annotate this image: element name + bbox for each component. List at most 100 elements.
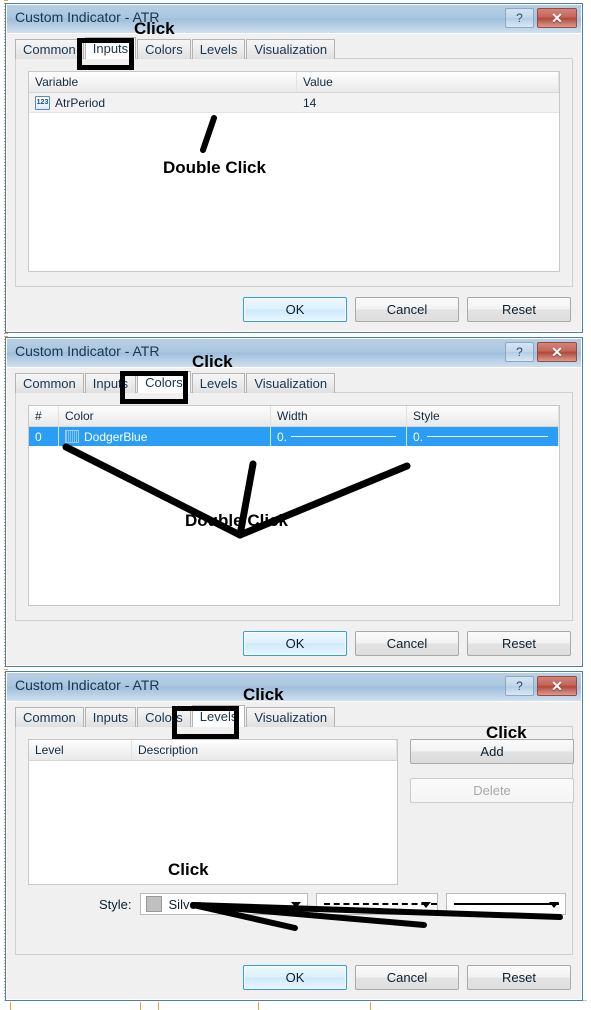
help-icon[interactable]: ? — [505, 676, 534, 696]
number-123-icon: 123 — [35, 95, 50, 110]
table-row[interactable]: 0 DodgerBlue 0. 0. — [29, 427, 559, 446]
cell-width[interactable]: 0. — [271, 427, 407, 446]
help-icon[interactable]: ? — [505, 8, 534, 28]
window-title: Custom Indicator - ATR — [15, 677, 160, 693]
ok-button[interactable]: OK — [243, 631, 347, 656]
solid-line-sample-icon — [453, 903, 559, 905]
cell-value: 14 — [303, 95, 317, 110]
column-header-width: Width — [271, 406, 407, 426]
background-tick — [10, 1002, 11, 1010]
style-line-sample — [427, 436, 548, 437]
titlebar-colors: Custom Indicator - ATR ? ✕ — [7, 339, 581, 368]
style-color-combo[interactable]: Silver — [139, 893, 308, 915]
column-header-style: Style — [407, 406, 559, 426]
annotation-double-click-colors: Double Click — [185, 511, 288, 530]
table-row[interactable]: 123 AtrPeriod 14 — [29, 93, 559, 113]
color-name: DodgerBlue — [84, 429, 148, 444]
buttonrow-colors: OK Cancel Reset — [243, 631, 571, 656]
cell-variable: 123 AtrPeriod — [29, 93, 297, 112]
reset-button[interactable]: Reset — [467, 297, 571, 322]
close-x-glyph: ✕ — [551, 344, 563, 360]
variable-name: AtrPeriod — [55, 95, 106, 110]
column-header-value: Value — [297, 72, 559, 92]
dialog-colors: Custom Indicator - ATR ? ✕ Common Inputs… — [5, 337, 583, 667]
annotation-click-add-button: Click — [486, 723, 527, 742]
column-header-level: Level — [29, 740, 132, 760]
tab-colors[interactable]: Colors — [137, 39, 191, 59]
dialog-levels: Custom Indicator - ATR ? ✕ Common Inputs… — [5, 671, 583, 1001]
window-title: Custom Indicator - ATR — [15, 343, 160, 359]
tab-common[interactable]: Common — [15, 373, 84, 393]
style-dash-combo[interactable] — [315, 893, 438, 915]
cell-style[interactable]: 0. — [407, 427, 559, 446]
column-header-index: # — [29, 406, 59, 426]
ok-button[interactable]: OK — [243, 297, 347, 322]
tab-common[interactable]: Common — [15, 707, 84, 727]
tab-levels[interactable]: Levels — [191, 373, 246, 393]
style-value: 0. — [413, 429, 424, 444]
close-x-glyph: ✕ — [551, 10, 563, 26]
buttonrow-inputs: OK Cancel Reset — [243, 297, 571, 322]
style-label: Style: — [99, 896, 132, 912]
annotation-click-style-combos: Click — [168, 860, 209, 879]
tabstrip-colors: Common Inputs Colors Levels Visualizatio… — [15, 371, 336, 393]
tab-levels[interactable]: Levels — [191, 705, 246, 727]
inputs-grid-header: Variable Value — [29, 72, 559, 93]
inputs-grid[interactable]: Variable Value 123 AtrPeriod 14 — [28, 71, 560, 272]
background-tick — [258, 1002, 259, 1010]
chevron-down-icon — [290, 902, 301, 908]
tab-colors[interactable]: Colors — [137, 707, 191, 727]
tab-colors[interactable]: Colors — [137, 371, 191, 393]
reset-button[interactable]: Reset — [467, 965, 571, 990]
buttonrow-levels: OK Cancel Reset — [243, 965, 571, 990]
titlebar-levels: Custom Indicator - ATR ? ✕ — [7, 673, 581, 702]
close-icon[interactable]: ✕ — [537, 8, 577, 28]
color-swatch-icon — [145, 896, 162, 912]
tab-visualization[interactable]: Visualization — [246, 39, 336, 59]
tab-visualization[interactable]: Visualization — [246, 373, 336, 393]
titlebar-inputs: Custom Indicator - ATR ? ✕ — [7, 5, 581, 34]
tabstrip-levels: Common Inputs Colors Levels Visualizatio… — [15, 705, 336, 727]
titlebar-buttons: ? ✕ — [505, 8, 577, 28]
close-x-glyph: ✕ — [551, 678, 563, 694]
levels-grid-header: Level Description — [29, 740, 397, 761]
tabbody-inputs: Variable Value 123 AtrPeriod 14 — [15, 58, 573, 287]
close-icon[interactable]: ✕ — [537, 342, 577, 362]
cancel-button[interactable]: Cancel — [355, 297, 459, 322]
cancel-button[interactable]: Cancel — [355, 965, 459, 990]
close-icon[interactable]: ✕ — [537, 676, 577, 696]
chevron-down-icon — [420, 902, 431, 908]
ok-button[interactable]: OK — [243, 965, 347, 990]
tab-inputs[interactable]: Inputs — [84, 373, 137, 393]
background-tick — [140, 1002, 141, 1010]
colors-grid-header: # Color Width Style — [29, 406, 559, 427]
tab-common[interactable]: Common — [15, 39, 84, 59]
cell-index: 0 — [29, 427, 59, 446]
cancel-button[interactable]: Cancel — [355, 631, 459, 656]
reset-button[interactable]: Reset — [467, 631, 571, 656]
tabstrip-inputs: Common Inputs Colors Levels Visualizatio… — [15, 37, 336, 59]
annotation-click-inputs-tab: Click — [134, 19, 175, 38]
annotation-click-levels-tab: Click — [243, 685, 284, 704]
titlebar-buttons: ? ✕ — [505, 342, 577, 362]
help-icon[interactable]: ? — [505, 342, 534, 362]
width-value: 0. — [277, 429, 288, 444]
background-tick — [158, 1002, 159, 1010]
cell-color[interactable]: DodgerBlue — [59, 427, 271, 446]
style-width-combo[interactable] — [445, 893, 566, 915]
annotation-click-colors-tab: Click — [192, 352, 233, 371]
tabbody-colors: # Color Width Style 0 DodgerBlue 0. 0. — [15, 392, 573, 621]
tab-visualization[interactable]: Visualization — [246, 707, 336, 727]
color-swatch-icon — [65, 430, 79, 443]
levels-grid[interactable]: Level Description — [28, 739, 398, 885]
colors-grid[interactable]: # Color Width Style 0 DodgerBlue 0. 0. — [28, 405, 560, 606]
column-header-color: Color — [59, 406, 271, 426]
column-header-description: Description — [132, 740, 397, 760]
delete-button: Delete — [410, 778, 574, 803]
titlebar-buttons: ? ✕ — [505, 676, 577, 696]
tab-inputs[interactable]: Inputs — [84, 37, 137, 59]
chevron-down-icon — [548, 902, 559, 908]
tabbody-levels: Level Description Add Delete Style: Silv… — [15, 726, 574, 955]
tab-levels[interactable]: Levels — [191, 39, 246, 59]
tab-inputs[interactable]: Inputs — [84, 707, 137, 727]
